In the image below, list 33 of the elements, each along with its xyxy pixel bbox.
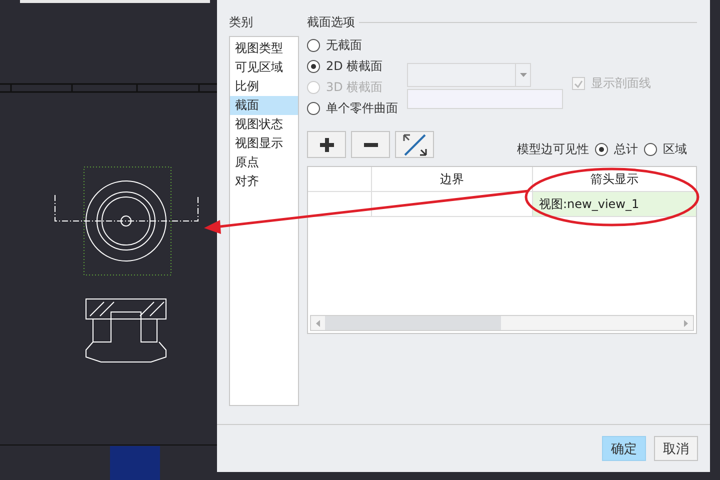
category-item[interactable]: 比例 bbox=[230, 77, 298, 96]
category-item[interactable]: 原点 bbox=[230, 153, 298, 172]
minus-icon bbox=[364, 142, 378, 146]
column-header: 箭头显示 bbox=[590, 170, 640, 188]
radio-option[interactable]: 总计 bbox=[595, 141, 638, 158]
radio-option[interactable]: 无截面 bbox=[307, 37, 697, 54]
ok-button[interactable]: 确定 bbox=[602, 436, 646, 461]
radio-option[interactable]: 单个零件曲面 bbox=[307, 100, 697, 117]
caret-icon bbox=[520, 73, 526, 77]
section-title: 截面选项 bbox=[307, 14, 355, 31]
surface-field[interactable] bbox=[407, 89, 563, 109]
edge-visibility-label: 模型边可见性 bbox=[517, 141, 589, 158]
table-cell: 视图:new_view_1 bbox=[533, 192, 696, 216]
category-item[interactable]: 可见区域 bbox=[230, 58, 298, 77]
column-header: 边界 bbox=[372, 167, 533, 191]
plus-icon bbox=[320, 138, 334, 152]
scroll-right-icon[interactable] bbox=[684, 320, 688, 326]
category-label: 类别 bbox=[229, 14, 254, 31]
horizontal-scrollbar[interactable] bbox=[310, 315, 694, 331]
check-icon bbox=[574, 80, 583, 88]
remove-button[interactable] bbox=[351, 131, 390, 158]
category-item[interactable]: 视图状态 bbox=[230, 115, 298, 134]
category-item[interactable]: 视图类型 bbox=[230, 39, 298, 58]
scroll-left-icon[interactable] bbox=[316, 320, 320, 326]
category-item[interactable]: 视图显示 bbox=[230, 134, 298, 153]
cancel-button[interactable]: 取消 bbox=[654, 436, 698, 461]
radio-option[interactable]: 2D 横截面 bbox=[307, 58, 697, 75]
category-item[interactable]: 截面 bbox=[230, 96, 298, 115]
category-item[interactable]: 对齐 bbox=[230, 172, 298, 191]
radio-option[interactable]: 区域 bbox=[644, 141, 687, 158]
diagonal-arrows-icon bbox=[402, 134, 426, 156]
flip-button[interactable] bbox=[395, 131, 434, 158]
add-button[interactable] bbox=[307, 131, 346, 158]
